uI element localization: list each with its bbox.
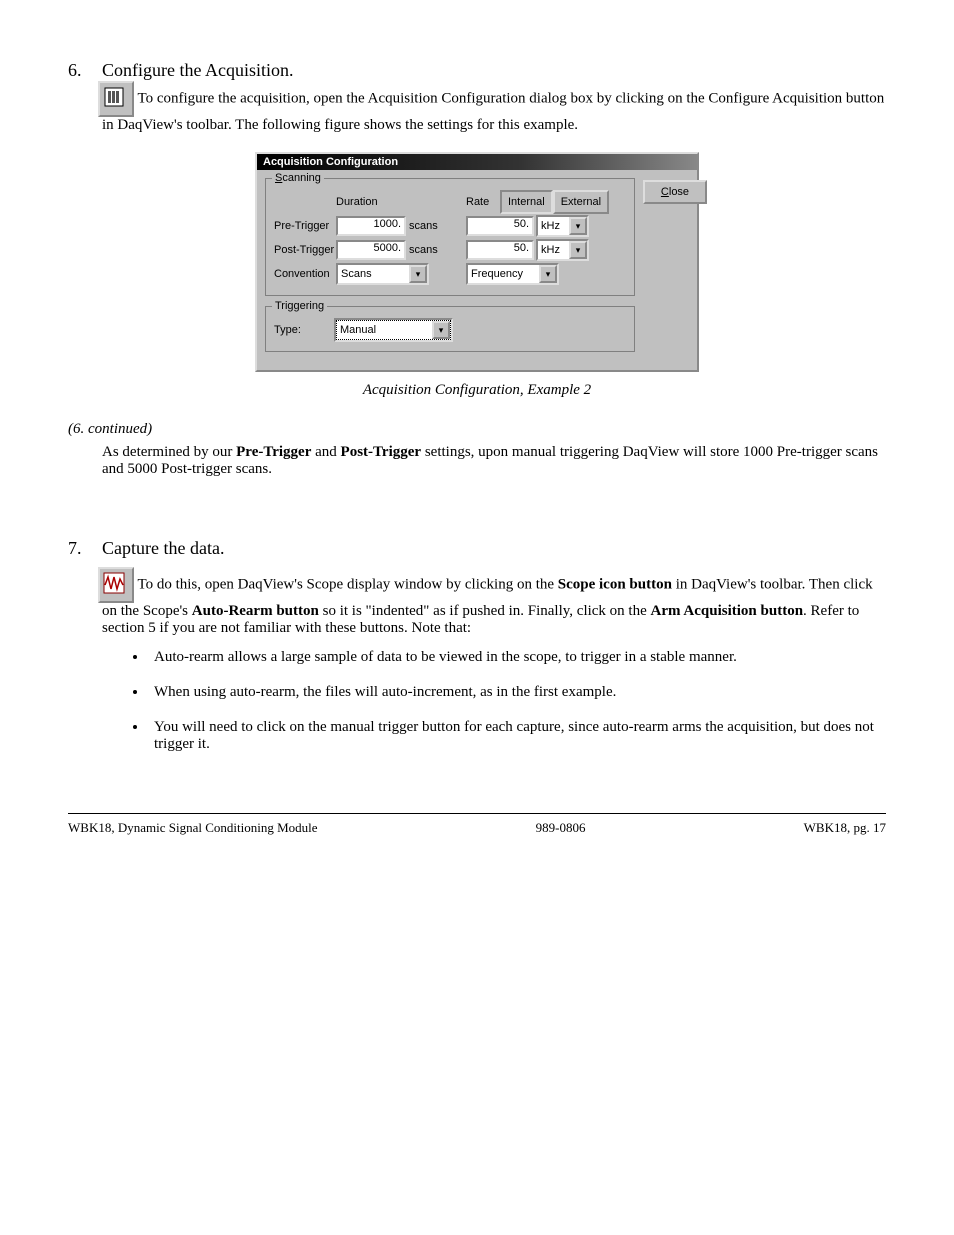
chevron-down-icon	[539, 265, 557, 283]
triggering-legend: Triggering	[272, 300, 327, 312]
post-trigger-rate-input[interactable]: 50.	[466, 240, 534, 260]
scope-icon	[98, 567, 134, 603]
pre-trigger-label: Pre-Trigger	[274, 220, 336, 232]
trigger-type-label: Type:	[274, 324, 336, 336]
pre-trigger-duration-input[interactable]: 1000.	[336, 216, 406, 236]
convention-duration-select[interactable]: Scans	[336, 263, 429, 285]
step7-title: Capture the data.	[102, 538, 224, 559]
page-footer: WBK18, Dynamic Signal Conditioning Modul…	[68, 820, 886, 836]
acquisition-config-icon	[98, 81, 134, 117]
chevron-down-icon	[409, 265, 427, 283]
convention-rate-select[interactable]: Frequency	[466, 263, 559, 285]
bullet-3: You will need to click on the manual tri…	[148, 719, 886, 753]
bullet-1: Auto-rearm allows a large sample of data…	[148, 649, 886, 666]
footer-mid: 989-0806	[536, 820, 586, 836]
dialog-caption: Acquisition Configuration, Example 2	[68, 382, 886, 399]
external-button[interactable]: External	[553, 190, 609, 214]
post-trigger-rate-unit-select[interactable]: kHz	[536, 239, 589, 261]
post-trigger-duration-unit: scans	[409, 244, 438, 256]
scanning-legend: canning	[282, 172, 321, 184]
acquisition-config-dialog: Acquisition Configuration Scanning Durat…	[255, 152, 699, 372]
triggering-group: Triggering Type: Manual	[265, 306, 635, 352]
footer-left: WBK18, Dynamic Signal Conditioning Modul…	[68, 820, 318, 836]
footer-rule	[68, 813, 886, 814]
step6-body2: As determined by our Pre-Trigger and Pos…	[102, 444, 886, 478]
step6-continued: (6. continued)	[68, 421, 886, 438]
rate-header: Rate	[466, 196, 500, 208]
chevron-down-icon	[569, 241, 587, 259]
footer-right: WBK18, pg. 17	[804, 820, 886, 836]
pre-trigger-rate-unit-select[interactable]: kHz	[536, 215, 589, 237]
step7-bullets: Auto-rearm allows a large sample of data…	[148, 649, 886, 753]
chevron-down-icon	[569, 217, 587, 235]
step6-title: Configure the Acquisition.	[102, 60, 293, 81]
duration-header: Duration	[336, 196, 378, 208]
scanning-group: Scanning Duration Rate Internal External…	[265, 178, 635, 296]
bullet-2: When using auto-rearm, the files will au…	[148, 684, 886, 701]
step6-number: 6.	[68, 60, 102, 81]
post-trigger-duration-input[interactable]: 5000.	[336, 240, 406, 260]
convention-label: Convention	[274, 268, 336, 280]
step7-number: 7.	[68, 538, 102, 559]
step6-body: To configure the acquisition, open the A…	[102, 90, 884, 133]
dialog-title: Acquisition Configuration	[257, 154, 697, 170]
chevron-down-icon	[432, 321, 450, 339]
trigger-type-select[interactable]: Manual	[336, 320, 451, 340]
pre-trigger-rate-input[interactable]: 50.	[466, 216, 534, 236]
pre-trigger-duration-unit: scans	[409, 220, 438, 232]
step7-body: To do this, open DaqView's Scope display…	[102, 576, 873, 636]
internal-button[interactable]: Internal	[500, 190, 553, 214]
close-button[interactable]: Close	[643, 180, 707, 204]
post-trigger-label: Post-Trigger	[274, 244, 336, 256]
